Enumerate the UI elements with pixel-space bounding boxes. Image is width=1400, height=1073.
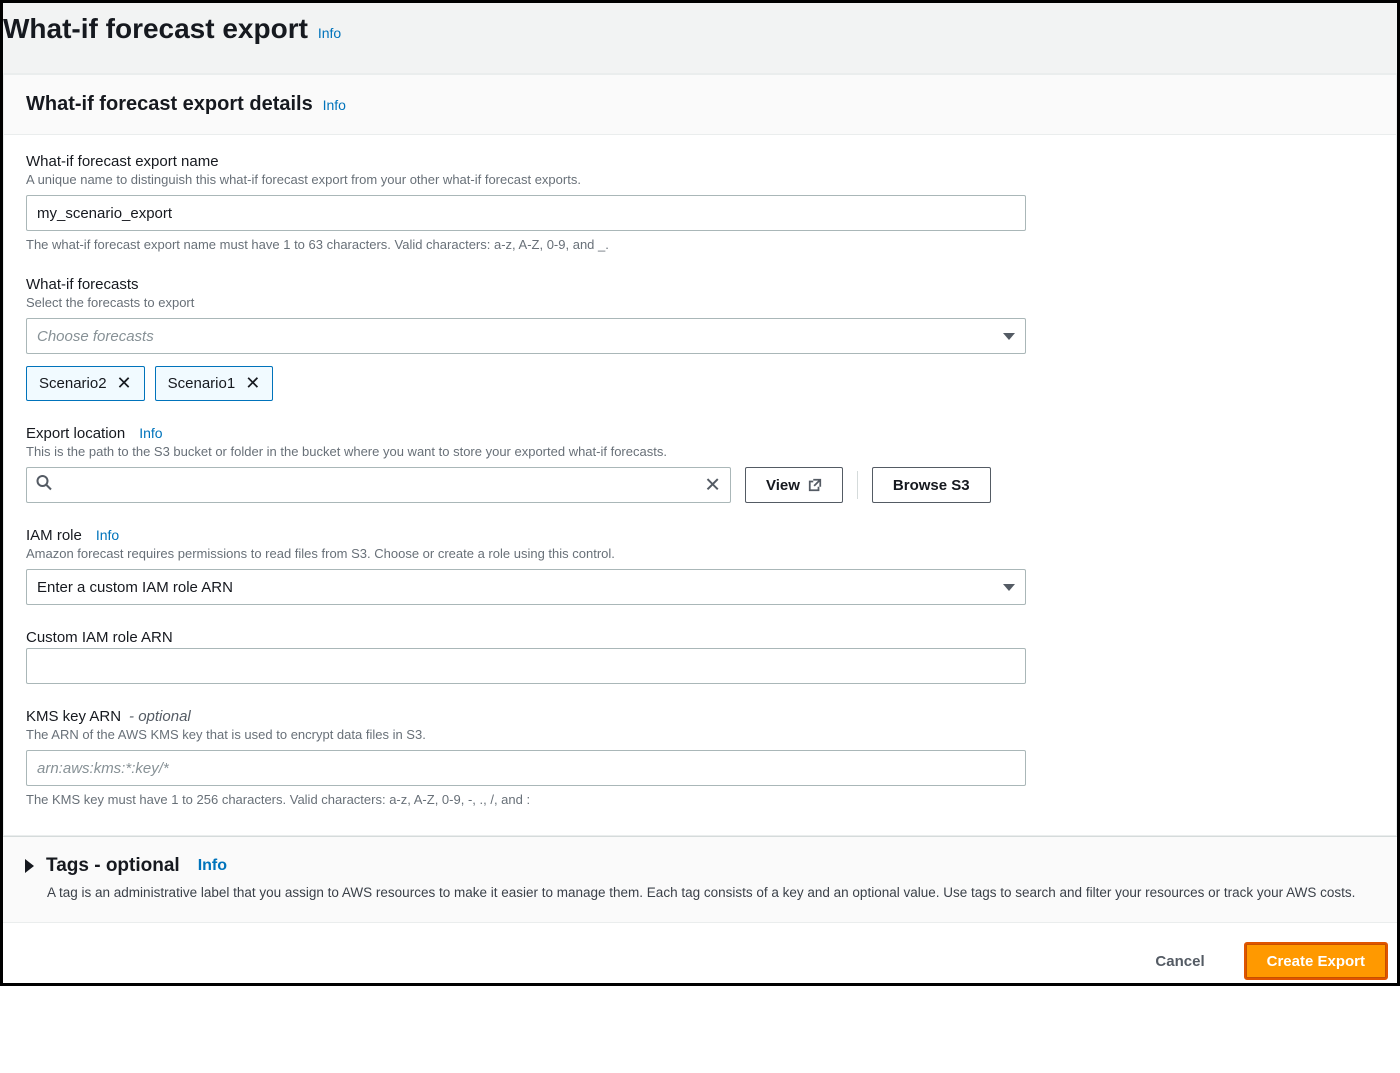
forecast-token: Scenario2 ✕ <box>26 366 145 401</box>
forecast-tokens: Scenario2 ✕ Scenario1 ✕ <box>26 366 1026 401</box>
chevron-down-icon <box>1003 333 1015 340</box>
page-header: What-if forecast export Info <box>3 3 1397 74</box>
custom-arn-input[interactable] <box>26 648 1026 684</box>
chevron-down-icon <box>1003 584 1015 591</box>
forecast-token-label: Scenario1 <box>168 375 236 392</box>
iam-role-label: IAM role <box>26 527 82 544</box>
custom-arn-field: Custom IAM role ARN <box>26 629 1026 684</box>
kms-hint: The KMS key must have 1 to 256 character… <box>26 792 1026 807</box>
iam-role-selected: Enter a custom IAM role ARN <box>37 579 233 596</box>
details-info-link[interactable]: Info <box>323 97 346 113</box>
iam-role-field: IAM role Info Amazon forecast requires p… <box>26 527 1026 605</box>
kms-input[interactable] <box>26 750 1026 786</box>
export-location-label: Export location <box>26 425 125 442</box>
tags-title: Tags - optional <box>46 855 180 877</box>
kms-optional: - optional <box>129 708 191 725</box>
search-icon <box>36 475 52 496</box>
page-title: What-if forecast export <box>3 13 308 44</box>
custom-arn-label: Custom IAM role ARN <box>26 629 1026 646</box>
view-button-label: View <box>766 477 800 494</box>
export-location-info-link[interactable]: Info <box>139 425 162 441</box>
forecast-token: Scenario1 ✕ <box>155 366 274 401</box>
page-header-info-link[interactable]: Info <box>318 25 341 41</box>
forecast-token-label: Scenario2 <box>39 375 107 392</box>
export-name-hint: The what-if forecast export name must ha… <box>26 237 1026 252</box>
forecasts-desc: Select the forecasts to export <box>26 295 1026 310</box>
kms-field: KMS key ARN - optional The ARN of the AW… <box>26 708 1026 807</box>
forecasts-select[interactable]: Choose forecasts <box>26 318 1026 354</box>
expand-caret-icon[interactable] <box>25 859 34 873</box>
forecasts-placeholder: Choose forecasts <box>37 328 154 345</box>
details-panel-header: What-if forecast export details Info <box>4 75 1396 135</box>
footer: Cancel Create Export <box>3 922 1397 983</box>
export-name-field: What-if forecast export name A unique na… <box>26 153 1026 252</box>
close-icon[interactable]: ✕ <box>245 373 260 394</box>
export-name-desc: A unique name to distinguish this what-i… <box>26 172 1026 187</box>
tags-info-link[interactable]: Info <box>198 857 227 875</box>
forecasts-label: What-if forecasts <box>26 276 1026 293</box>
iam-role-desc: Amazon forecast requires permissions to … <box>26 546 1026 561</box>
cancel-button[interactable]: Cancel <box>1135 943 1224 979</box>
cancel-label: Cancel <box>1155 953 1204 970</box>
clear-icon[interactable]: ✕ <box>704 473 721 498</box>
create-export-label: Create Export <box>1267 953 1365 970</box>
details-panel-body: What-if forecast export name A unique na… <box>4 135 1396 835</box>
export-location-field: Export location Info This is the path to… <box>26 425 1026 503</box>
export-name-label: What-if forecast export name <box>26 153 1026 170</box>
forecasts-field: What-if forecasts Select the forecasts t… <box>26 276 1026 401</box>
tags-panel: Tags - optional Info A tag is an adminis… <box>3 836 1397 922</box>
iam-role-select[interactable]: Enter a custom IAM role ARN <box>26 569 1026 605</box>
details-title: What-if forecast export details <box>26 93 313 115</box>
details-panel: What-if forecast export details Info Wha… <box>3 74 1397 836</box>
external-link-icon <box>808 478 822 492</box>
view-button[interactable]: View <box>745 467 843 503</box>
kms-desc: The ARN of the AWS KMS key that is used … <box>26 727 1026 742</box>
iam-role-info-link[interactable]: Info <box>96 527 119 543</box>
browse-s3-button[interactable]: Browse S3 <box>872 467 991 503</box>
export-location-desc: This is the path to the S3 bucket or fol… <box>26 444 1026 459</box>
create-export-button[interactable]: Create Export <box>1245 943 1387 979</box>
export-location-search: ✕ <box>26 467 731 503</box>
tags-desc: A tag is an administrative label that yo… <box>25 885 1375 900</box>
browse-s3-label: Browse S3 <box>893 477 970 494</box>
export-name-input[interactable] <box>26 195 1026 231</box>
kms-label: KMS key ARN <box>26 708 121 725</box>
export-location-input[interactable] <box>26 467 731 503</box>
close-icon[interactable]: ✕ <box>117 373 132 394</box>
divider <box>857 471 858 499</box>
